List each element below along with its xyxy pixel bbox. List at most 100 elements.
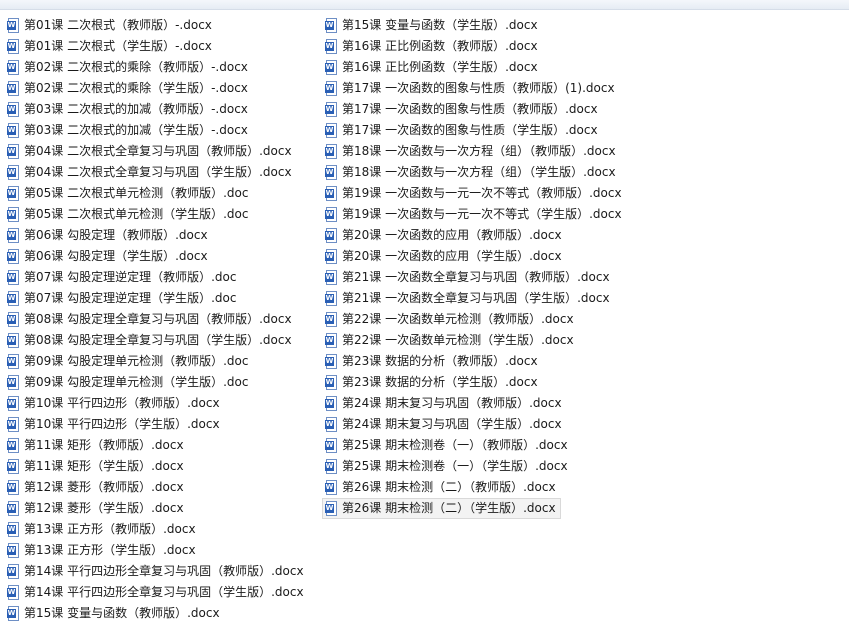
- file-name: 第17课 一次函数的图象与性质（教师版）(1).docx: [342, 81, 615, 95]
- word-document-icon: W: [325, 354, 337, 369]
- file-item[interactable]: W 第13课 正方形（教师版）.docx: [4, 519, 201, 540]
- word-document-icon: W: [325, 249, 337, 264]
- word-document-icon: W: [325, 417, 337, 432]
- file-item[interactable]: W 第02课 二次根式的乘除（学生版）-.docx: [4, 78, 253, 99]
- word-document-icon: W: [7, 480, 19, 495]
- file-item[interactable]: W 第26课 期末检测（二）（教师版）.docx: [322, 477, 561, 498]
- file-name: 第18课 一次函数与一次方程（组）（学生版）.docx: [342, 165, 616, 179]
- file-item[interactable]: W 第17课 一次函数的图象与性质（教师版）(1).docx: [322, 78, 620, 99]
- word-document-icon: W: [325, 375, 337, 390]
- file-name: 第22课 一次函数单元检测（教师版）.docx: [342, 312, 574, 326]
- file-item[interactable]: W 第12课 菱形（学生版）.docx: [4, 498, 189, 519]
- word-document-icon: W: [325, 207, 337, 222]
- file-name: 第17课 一次函数的图象与性质（教师版）.docx: [342, 102, 598, 116]
- word-document-icon: W: [7, 543, 19, 558]
- file-item[interactable]: W 第11课 矩形（学生版）.docx: [4, 456, 189, 477]
- word-document-icon: W: [7, 312, 19, 327]
- word-document-icon: W: [7, 102, 19, 117]
- word-document-icon: W: [7, 564, 19, 579]
- file-item[interactable]: W 第22课 一次函数单元检测（学生版）.docx: [322, 330, 579, 351]
- file-item[interactable]: W 第17课 一次函数的图象与性质（学生版）.docx: [322, 120, 603, 141]
- file-item[interactable]: W 第01课 二次根式（教师版）-.docx: [4, 15, 217, 36]
- file-item[interactable]: W 第06课 勾股定理（学生版）.docx: [4, 246, 213, 267]
- word-document-icon: W: [325, 270, 337, 285]
- file-item[interactable]: W 第25课 期末检测卷（一）（教师版）.docx: [322, 435, 573, 456]
- file-item[interactable]: W 第15课 变量与函数（学生版）.docx: [322, 15, 543, 36]
- file-name: 第16课 正比例函数（教师版）.docx: [342, 39, 538, 53]
- file-item[interactable]: W 第19课 一次函数与一元一次不等式（教师版）.docx: [322, 183, 627, 204]
- file-name: 第04课 二次根式全章复习与巩固（学生版）.docx: [24, 165, 292, 179]
- file-name: 第04课 二次根式全章复习与巩固（教师版）.docx: [24, 144, 292, 158]
- file-item[interactable]: W 第06课 勾股定理（教师版）.docx: [4, 225, 213, 246]
- file-name: 第05课 二次根式单元检测（学生版）.doc: [24, 207, 249, 221]
- file-item[interactable]: W 第18课 一次函数与一次方程（组）（学生版）.docx: [322, 162, 621, 183]
- file-item[interactable]: W 第26课 期末检测（二）（学生版）.docx: [322, 498, 561, 519]
- file-name: 第11课 矩形（教师版）.docx: [24, 438, 184, 452]
- file-name: 第12课 菱形（教师版）.docx: [24, 480, 184, 494]
- file-name: 第07课 勾股定理逆定理（教师版）.doc: [24, 270, 237, 284]
- file-item[interactable]: W 第03课 二次根式的加减（教师版）-.docx: [4, 99, 253, 120]
- word-document-icon: W: [7, 417, 19, 432]
- file-name: 第09课 勾股定理单元检测（学生版）.doc: [24, 375, 249, 389]
- file-item[interactable]: W 第10课 平行四边形（学生版）.docx: [4, 414, 225, 435]
- file-item[interactable]: W 第24课 期末复习与巩固（学生版）.docx: [322, 414, 567, 435]
- file-item[interactable]: W 第04课 二次根式全章复习与巩固（教师版）.docx: [4, 141, 297, 162]
- file-item[interactable]: W 第21课 一次函数全章复习与巩固（教师版）.docx: [322, 267, 615, 288]
- file-list: W 第01课 二次根式（教师版）-.docx W 第01课 二次根式（学生版）-.do…: [0, 15, 849, 621]
- explorer-header-bar: [0, 0, 849, 10]
- file-name: 第24课 期末复习与巩固（教师版）.docx: [342, 396, 562, 410]
- word-document-icon: W: [7, 249, 19, 264]
- file-item[interactable]: W 第12课 菱形（教师版）.docx: [4, 477, 189, 498]
- file-item[interactable]: W 第03课 二次根式的加减（学生版）-.docx: [4, 120, 253, 141]
- word-document-icon: W: [7, 585, 19, 600]
- file-item[interactable]: W 第05课 二次根式单元检测（学生版）.doc: [4, 204, 253, 225]
- word-document-icon: W: [7, 81, 19, 96]
- file-name: 第15课 变量与函数（学生版）.docx: [342, 18, 538, 32]
- file-item[interactable]: W 第23课 数据的分析（教师版）.docx: [322, 351, 543, 372]
- file-item[interactable]: W 第20课 一次函数的应用（教师版）.docx: [322, 225, 567, 246]
- file-name: 第20课 一次函数的应用（教师版）.docx: [342, 228, 562, 242]
- file-name: 第01课 二次根式（学生版）-.docx: [24, 39, 212, 53]
- file-item[interactable]: W 第14课 平行四边形全章复习与巩固（学生版）.docx: [4, 582, 309, 603]
- word-document-icon: W: [325, 459, 337, 474]
- file-item[interactable]: W 第20课 一次函数的应用（学生版）.docx: [322, 246, 567, 267]
- file-item[interactable]: W 第09课 勾股定理单元检测（教师版）.doc: [4, 351, 253, 372]
- file-item[interactable]: W 第04课 二次根式全章复习与巩固（学生版）.docx: [4, 162, 297, 183]
- file-item[interactable]: W 第24课 期末复习与巩固（教师版）.docx: [322, 393, 567, 414]
- file-item[interactable]: W 第16课 正比例函数（教师版）.docx: [322, 36, 543, 57]
- file-item[interactable]: W 第22课 一次函数单元检测（教师版）.docx: [322, 309, 579, 330]
- file-name: 第23课 数据的分析（学生版）.docx: [342, 375, 538, 389]
- file-item[interactable]: W 第14课 平行四边形全章复习与巩固（教师版）.docx: [4, 561, 309, 582]
- file-name: 第12课 菱形（学生版）.docx: [24, 501, 184, 515]
- word-document-icon: W: [7, 438, 19, 453]
- file-item[interactable]: W 第08课 勾股定理全章复习与巩固（学生版）.docx: [4, 330, 297, 351]
- file-item[interactable]: W 第19课 一次函数与一元一次不等式（学生版）.docx: [322, 204, 627, 225]
- file-name: 第11课 矩形（学生版）.docx: [24, 459, 184, 473]
- file-item[interactable]: W 第02课 二次根式的乘除（教师版）-.docx: [4, 57, 253, 78]
- word-document-icon: W: [7, 228, 19, 243]
- word-document-icon: W: [7, 165, 19, 180]
- word-document-icon: W: [7, 270, 19, 285]
- file-item[interactable]: W 第10课 平行四边形（教师版）.docx: [4, 393, 225, 414]
- file-item[interactable]: W 第18课 一次函数与一次方程（组）（教师版）.docx: [322, 141, 621, 162]
- file-item[interactable]: W 第11课 矩形（教师版）.docx: [4, 435, 189, 456]
- file-item[interactable]: W 第09课 勾股定理单元检测（学生版）.doc: [4, 372, 253, 393]
- word-document-icon: W: [325, 186, 337, 201]
- file-item[interactable]: W 第21课 一次函数全章复习与巩固（学生版）.docx: [322, 288, 615, 309]
- word-document-icon: W: [7, 144, 19, 159]
- file-item[interactable]: W 第07课 勾股定理逆定理（教师版）.doc: [4, 267, 241, 288]
- file-item[interactable]: W 第01课 二次根式（学生版）-.docx: [4, 36, 217, 57]
- file-item[interactable]: W 第16课 正比例函数（学生版）.docx: [322, 57, 543, 78]
- file-item[interactable]: W 第07课 勾股定理逆定理（学生版）.doc: [4, 288, 241, 309]
- file-column-left: W 第01课 二次根式（教师版）-.docx W 第01课 二次根式（学生版）-.do…: [4, 15, 316, 624]
- word-document-icon: W: [7, 60, 19, 75]
- file-item[interactable]: W 第25课 期末检测卷（一）（学生版）.docx: [322, 456, 573, 477]
- file-item[interactable]: W 第13课 正方形（学生版）.docx: [4, 540, 201, 561]
- file-name: 第20课 一次函数的应用（学生版）.docx: [342, 249, 562, 263]
- file-item[interactable]: W 第05课 二次根式单元检测（教师版）.doc: [4, 183, 253, 204]
- file-name: 第10课 平行四边形（教师版）.docx: [24, 396, 220, 410]
- file-item[interactable]: W 第08课 勾股定理全章复习与巩固（教师版）.docx: [4, 309, 297, 330]
- file-item[interactable]: W 第17课 一次函数的图象与性质（教师版）.docx: [322, 99, 603, 120]
- word-document-icon: W: [7, 606, 19, 621]
- file-item[interactable]: W 第23课 数据的分析（学生版）.docx: [322, 372, 543, 393]
